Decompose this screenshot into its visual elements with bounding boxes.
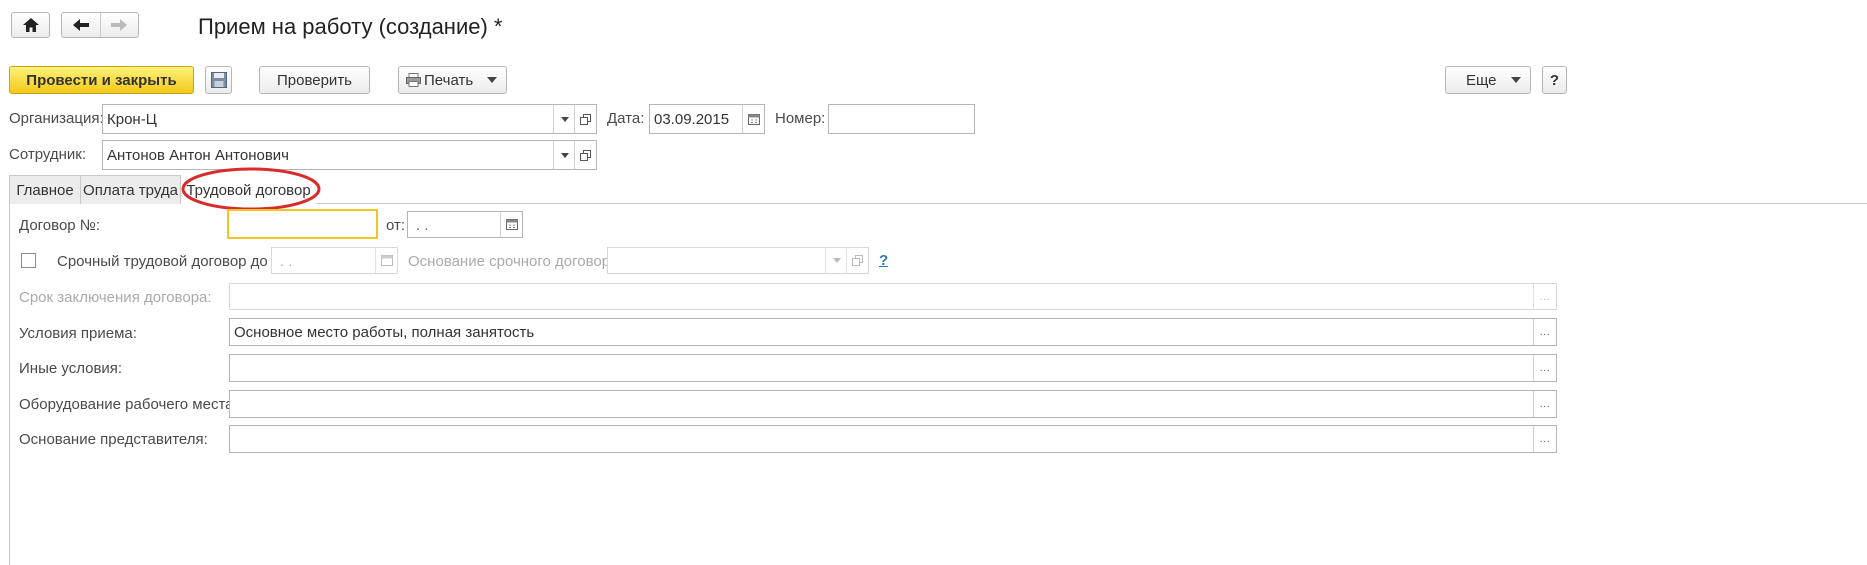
calendar-icon xyxy=(380,255,393,266)
open-form-icon xyxy=(580,149,591,161)
fixed-term-label: Срочный трудовой договор до xyxy=(57,253,268,270)
organization-label: Организация: xyxy=(9,110,104,127)
post-and-close-button[interactable]: Провести и закрыть xyxy=(9,66,194,94)
chevron-down-icon xyxy=(560,116,569,122)
other-conditions-field[interactable]: ... xyxy=(229,354,1557,382)
save-button[interactable] xyxy=(205,66,232,94)
select-button-label: ... xyxy=(1539,433,1551,445)
employee-dropdown-button[interactable] xyxy=(553,141,575,169)
chevron-down-icon xyxy=(560,152,569,158)
employee-label: Сотрудник: xyxy=(9,146,87,163)
conditions-value: Основное место работы, полная занятость xyxy=(234,324,535,341)
tab-main[interactable]: Главное xyxy=(9,175,81,204)
check-button[interactable]: Проверить xyxy=(259,66,370,94)
contract-number-label: Договор №: xyxy=(19,217,101,234)
workplace-equipment-label: Оборудование рабочего места: xyxy=(19,396,238,413)
fixed-term-reason-dropdown-button[interactable] xyxy=(825,248,847,273)
organization-open-button[interactable] xyxy=(574,105,596,133)
date-value: 03.09.2015 xyxy=(654,111,730,128)
date-calendar-button[interactable] xyxy=(742,105,764,133)
organization-dropdown-button[interactable] xyxy=(553,105,575,133)
fixed-term-reason-field[interactable] xyxy=(607,247,869,274)
representative-basis-label: Основание представителя: xyxy=(19,431,208,448)
conditions-select-button[interactable]: ... xyxy=(1533,319,1556,345)
workplace-equipment-select-button[interactable]: ... xyxy=(1533,391,1556,417)
select-button-label: ... xyxy=(1539,362,1551,374)
representative-basis-field[interactable]: ... xyxy=(229,425,1557,453)
organization-field[interactable]: Крон-Ц xyxy=(102,104,597,134)
fixed-term-calendar-button[interactable] xyxy=(375,248,397,273)
contract-date-calendar-button[interactable] xyxy=(500,212,522,237)
chevron-down-icon xyxy=(487,77,497,83)
printer-icon xyxy=(406,73,421,87)
select-button-label: ... xyxy=(1539,326,1551,338)
history-nav xyxy=(61,12,139,38)
help-link[interactable]: ? xyxy=(879,252,888,269)
more-button[interactable]: Еще xyxy=(1445,66,1531,94)
contract-date-value: . . xyxy=(416,217,429,234)
select-button-label: ... xyxy=(1539,290,1551,303)
calendar-icon xyxy=(747,113,760,125)
floppy-disk-icon xyxy=(210,72,227,88)
other-conditions-select-button[interactable]: ... xyxy=(1533,355,1556,381)
other-conditions-label: Иные условия: xyxy=(19,360,123,377)
help-button[interactable]: ? xyxy=(1542,66,1567,94)
page-title: Прием на работу (создание) * xyxy=(198,14,503,39)
arrow-right-icon xyxy=(111,19,128,31)
print-button[interactable]: Печать xyxy=(398,66,507,94)
chevron-down-icon xyxy=(832,258,841,263)
employee-field[interactable]: Антонов Антон Антонович xyxy=(102,140,597,170)
fixed-term-reason-label: Основание срочного договора: xyxy=(408,253,623,270)
employee-value: Антонов Антон Антонович xyxy=(107,147,289,164)
open-form-icon xyxy=(852,255,863,266)
workplace-equipment-field[interactable]: ... xyxy=(229,390,1557,418)
fixed-term-date-field[interactable]: . . xyxy=(271,247,398,274)
date-field[interactable]: 03.09.2015 xyxy=(649,104,765,134)
more-button-label: Еще xyxy=(1466,71,1497,89)
contract-number-field[interactable] xyxy=(227,209,378,239)
fixed-term-reason-open-button[interactable] xyxy=(846,248,868,273)
contract-term-select-button[interactable]: ... xyxy=(1533,284,1556,309)
employee-open-button[interactable] xyxy=(574,141,596,169)
contract-from-label: от: xyxy=(386,217,406,234)
number-field[interactable] xyxy=(828,104,975,134)
back-button[interactable] xyxy=(62,13,101,37)
annotation-ellipse xyxy=(181,167,321,211)
home-button[interactable] xyxy=(11,12,50,38)
home-icon xyxy=(22,18,39,32)
arrow-left-icon xyxy=(72,19,89,31)
fixed-term-checkbox[interactable] xyxy=(21,253,36,268)
number-label: Номер: xyxy=(775,110,826,127)
chevron-down-icon xyxy=(1511,77,1521,83)
representative-basis-select-button[interactable]: ... xyxy=(1533,426,1556,452)
forward-button[interactable] xyxy=(101,13,139,37)
select-button-label: ... xyxy=(1539,398,1551,410)
conditions-label: Условия приема: xyxy=(19,325,137,342)
print-button-label: Печать xyxy=(424,71,474,89)
contract-term-field[interactable]: ... xyxy=(229,283,1557,310)
contract-date-field[interactable]: . . xyxy=(407,211,523,238)
open-form-icon xyxy=(580,113,591,125)
calendar-icon xyxy=(505,219,518,230)
date-label: Дата: xyxy=(607,110,645,127)
tab-payment[interactable]: Оплата труда xyxy=(80,175,181,204)
organization-value: Крон-Ц xyxy=(107,111,157,128)
fixed-term-date-value: . . xyxy=(280,253,293,270)
contract-term-label: Срок заключения договора: xyxy=(19,289,212,306)
conditions-field[interactable]: Основное место работы, полная занятость … xyxy=(229,318,1557,346)
